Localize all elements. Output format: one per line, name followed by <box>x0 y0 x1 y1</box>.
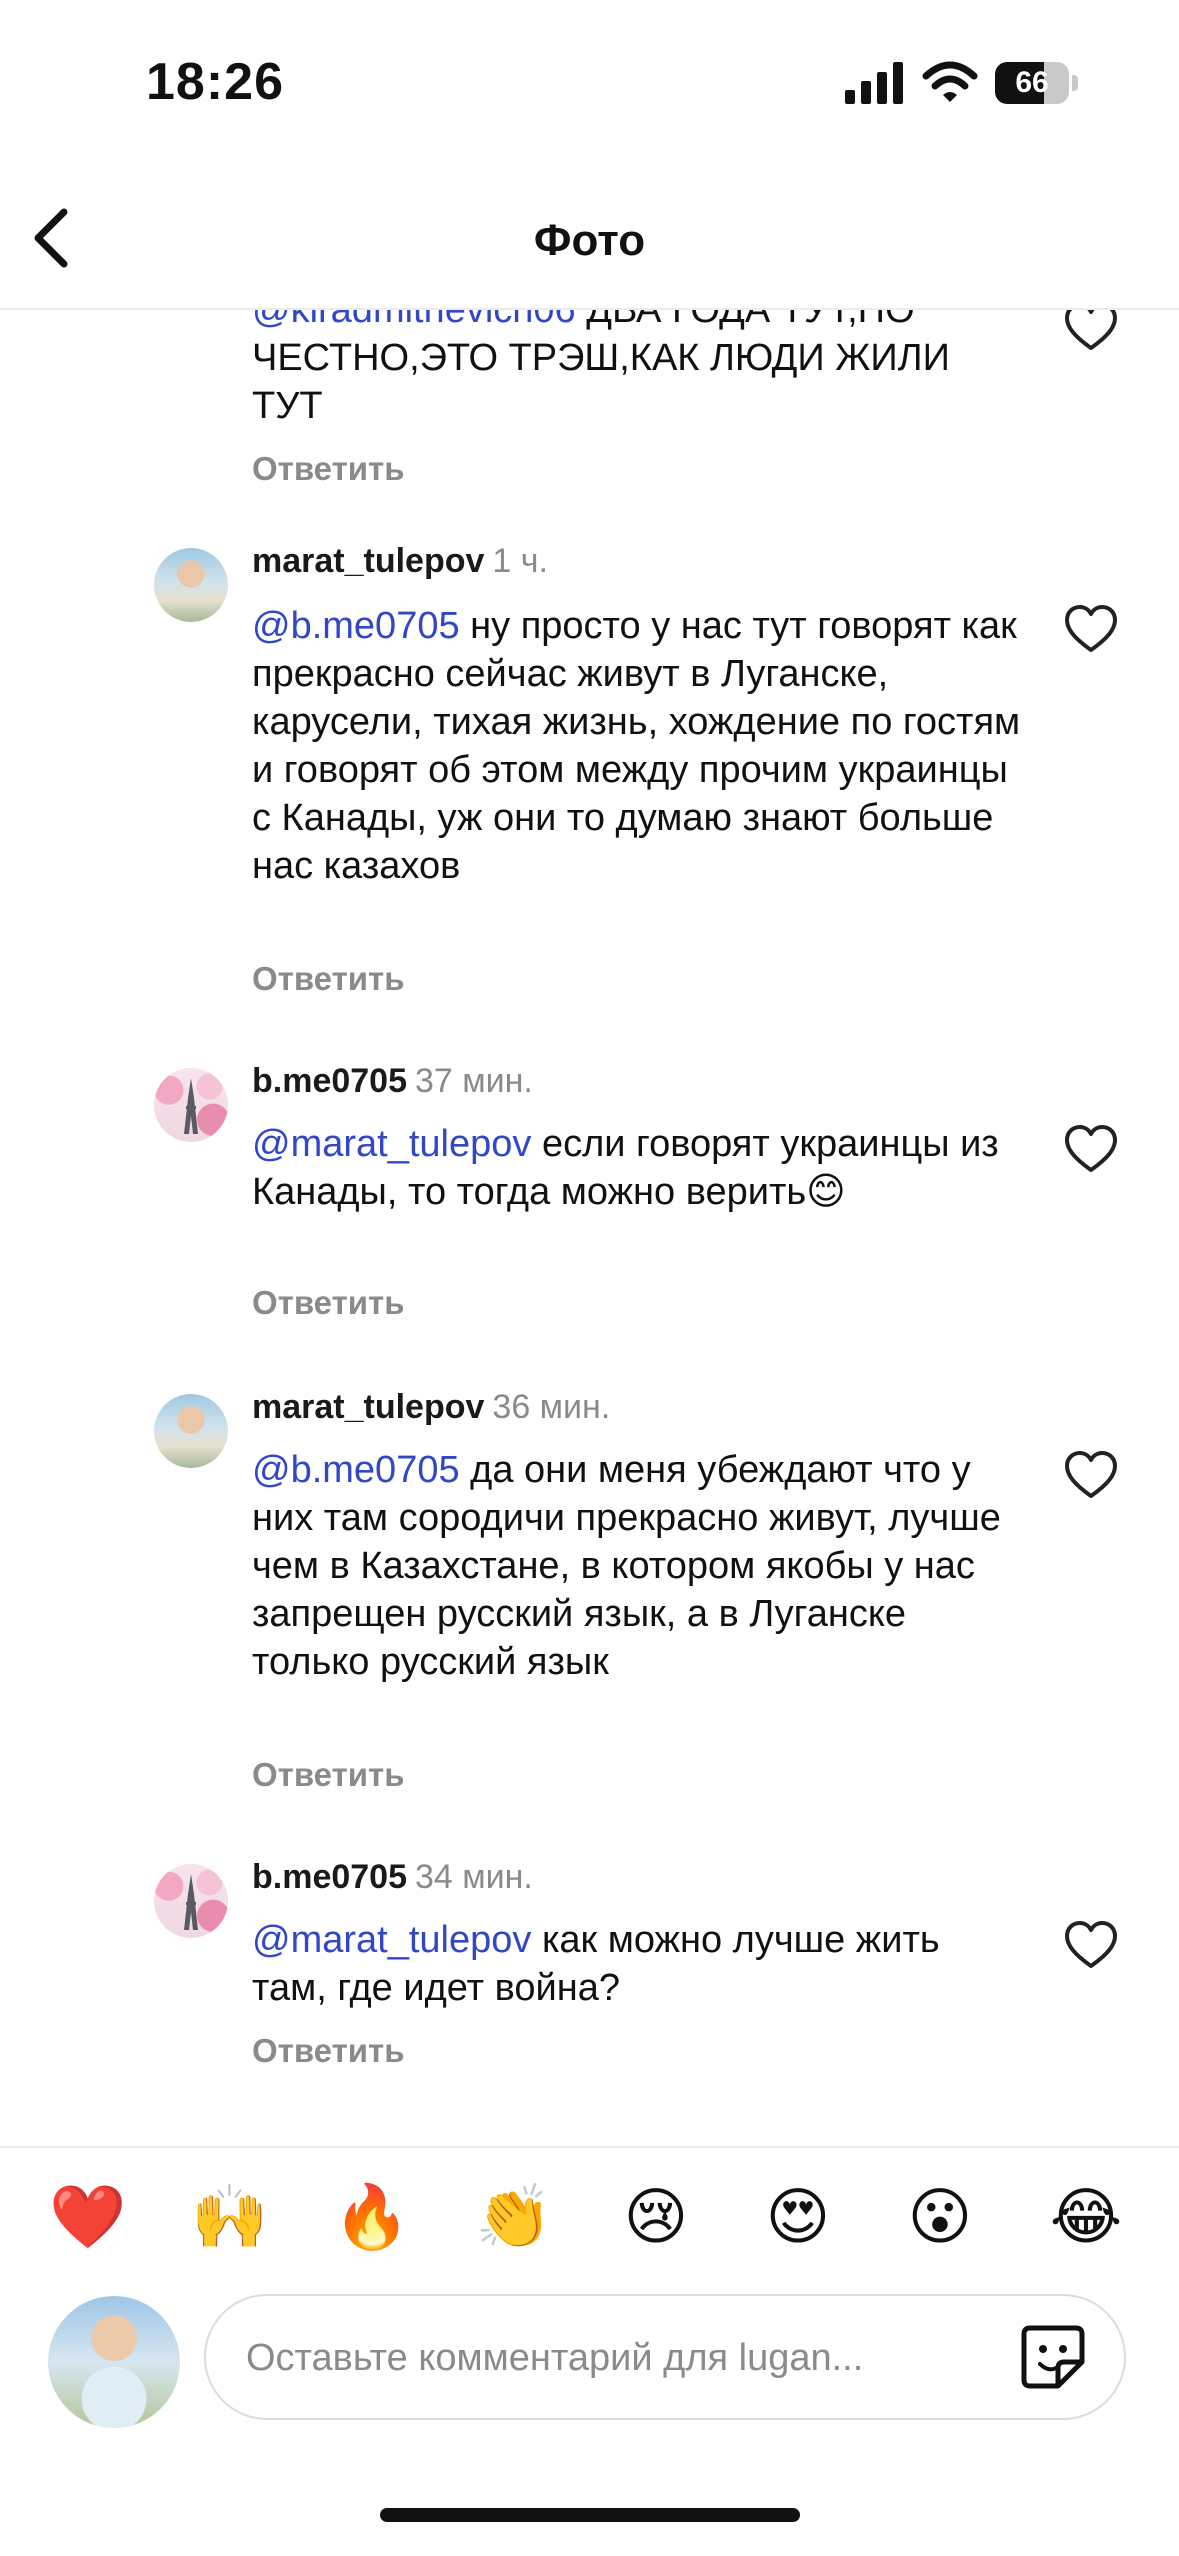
comment-input-box[interactable] <box>204 2294 1126 2420</box>
nav-bar: Фото <box>0 170 1179 310</box>
emoji-surprised-button[interactable]: 😮 <box>900 2178 980 2258</box>
comment-header: marat_tulepov 36 мин. <box>252 1388 610 1427</box>
comment-time: 37 мин. <box>415 1062 533 1100</box>
status-time: 18:26 <box>146 53 284 111</box>
home-indicator[interactable] <box>380 2508 800 2522</box>
avatar <box>48 2296 180 2428</box>
comment-text: @marat_tulepov как можно лучше жить там,… <box>252 1916 1022 2012</box>
emoji-laughing-button[interactable]: 😂 <box>1046 2178 1126 2258</box>
comment-username[interactable]: marat_tulepov <box>252 1388 484 1426</box>
comments-list[interactable]: @kiradmitrievich06 ДВА ГОДА ТУТ,НО ЧЕСТН… <box>0 308 1179 2146</box>
comment-mention[interactable]: @marat_tulepov <box>252 1919 531 1961</box>
reply-button[interactable]: Ответить <box>252 960 405 998</box>
comment-mention[interactable]: @marat_tulepov <box>252 1123 531 1165</box>
emoji-heart-button[interactable]: ❤️ <box>48 2178 128 2258</box>
reply-button[interactable]: Ответить <box>252 450 405 488</box>
reply-button[interactable]: Ответить <box>252 1756 405 1794</box>
eiffel-tower-icon <box>184 1874 198 1930</box>
comment-username[interactable]: marat_tulepov <box>252 542 484 580</box>
comment-header: b.me0705 34 мин. <box>252 1858 533 1897</box>
emoji-raised-hands-button[interactable]: 🙌 <box>190 2178 270 2258</box>
emoji-fire-button[interactable]: 🔥 <box>332 2178 412 2258</box>
status-bar: 18:26 66 <box>0 0 1179 170</box>
comment-input[interactable] <box>244 2296 988 2420</box>
emoji-reaction-bar: ❤️ 🙌 🔥 👏 😢 😍 😮 😂 <box>0 2146 1179 2288</box>
avatar[interactable] <box>154 1068 228 1142</box>
comment-composer <box>0 2286 1179 2442</box>
comment-time: 36 мин. <box>492 1388 611 1426</box>
battery-icon: 66 <box>995 62 1079 104</box>
heart-icon[interactable] <box>1064 1124 1118 1174</box>
comment-text: @marat_tulepov если говорят украинцы из … <box>252 1120 1022 1216</box>
heart-icon[interactable] <box>1064 1920 1118 1970</box>
eiffel-tower-icon <box>184 1078 198 1134</box>
comment-mention[interactable]: @kiradmitrievich06 <box>252 308 576 331</box>
avatar[interactable] <box>154 1864 228 1938</box>
reply-button[interactable]: Ответить <box>252 1284 405 1322</box>
comment-header: b.me0705 37 мин. <box>252 1062 533 1101</box>
emoji-heart-eyes-button[interactable]: 😍 <box>758 2178 838 2258</box>
comment-time: 34 мин. <box>415 1858 533 1896</box>
cellular-signal-icon <box>845 62 903 104</box>
emoji-clapping-button[interactable]: 👏 <box>474 2178 554 2258</box>
comment-mention[interactable]: @b.me0705 <box>252 1449 460 1491</box>
page-title: Фото <box>533 216 646 265</box>
comment-text: @kiradmitrievich06 ДВА ГОДА ТУТ,НО ЧЕСТН… <box>252 308 1022 430</box>
heart-icon[interactable] <box>1064 604 1118 654</box>
comment-username[interactable]: b.me0705 <box>252 1062 407 1100</box>
comment-mention[interactable]: @b.me0705 <box>252 605 460 647</box>
comment-text: @b.me0705 ну просто у нас тут говорят ка… <box>252 602 1022 890</box>
emoji-crying-button[interactable]: 😢 <box>616 2178 696 2258</box>
comment-username[interactable]: b.me0705 <box>252 1858 407 1896</box>
comment-body: ну просто у нас тут говорят как прекрасн… <box>252 605 1021 887</box>
reply-button[interactable]: Ответить <box>252 2032 405 2070</box>
avatar[interactable] <box>154 1394 228 1468</box>
sticker-icon[interactable] <box>1018 2322 1088 2392</box>
comment-text: @b.me0705 да они меня убеждают что у них… <box>252 1446 1022 1686</box>
wifi-icon <box>922 61 978 102</box>
comment-header: marat_tulepov 1 ч. <box>252 542 548 581</box>
avatar[interactable] <box>154 548 228 622</box>
battery-level: 66 <box>1015 66 1049 99</box>
heart-icon[interactable] <box>1064 1450 1118 1500</box>
heart-icon[interactable] <box>1064 308 1118 352</box>
comment-time: 1 ч. <box>492 542 548 580</box>
